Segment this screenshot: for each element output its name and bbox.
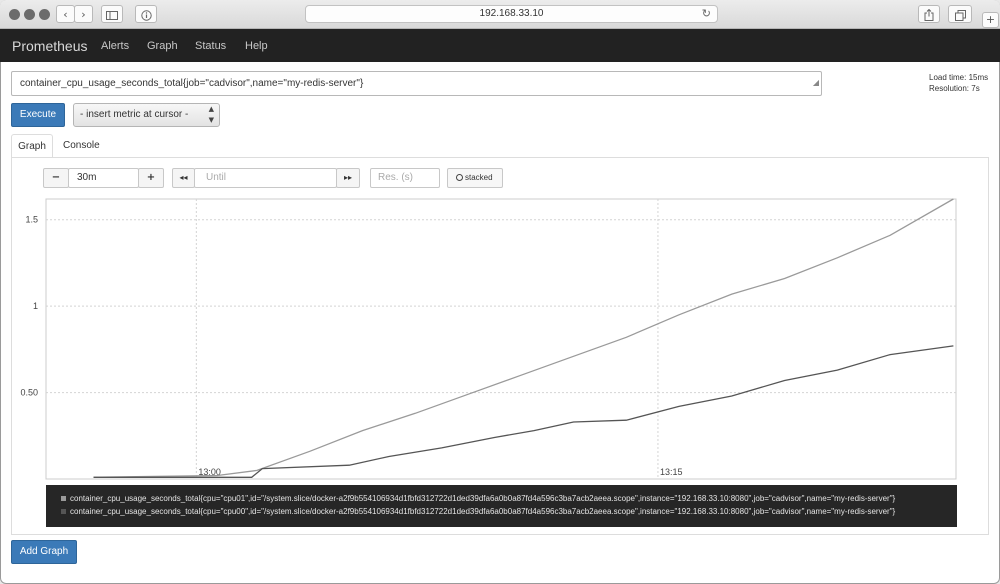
navbar: Prometheus Alerts Graph Status Help — [0, 29, 1000, 62]
metric-select[interactable]: - insert metric at cursor - ▲ ▼ — [73, 103, 220, 127]
reload-icon[interactable]: ↻ — [702, 6, 711, 22]
privacy-button[interactable] — [135, 5, 157, 23]
resolution: Resolution: 7s — [929, 84, 980, 93]
y-tick-label: 0.50 — [20, 388, 38, 398]
nav-help[interactable]: Help — [245, 40, 268, 52]
time-back-button[interactable]: ◂◂ — [172, 168, 195, 188]
info-icon — [140, 9, 152, 21]
chart-legend: container_cpu_usage_seconds_total{cpu="c… — [46, 485, 957, 527]
nav-alerts[interactable]: Alerts — [101, 40, 129, 52]
stacked-toggle[interactable]: stacked — [447, 168, 503, 188]
brand-link[interactable]: Prometheus — [12, 38, 87, 54]
tabs-icon — [954, 9, 966, 21]
time-forward-button[interactable]: ▸▸ — [336, 168, 360, 188]
address-bar[interactable]: 192.168.33.10 ↻ — [305, 5, 718, 23]
execute-button[interactable]: Execute — [11, 103, 65, 127]
add-graph-button[interactable]: Add Graph — [11, 540, 77, 564]
legend-item[interactable]: container_cpu_usage_seconds_total{cpu="c… — [61, 507, 895, 516]
nav-graph[interactable]: Graph — [147, 40, 178, 52]
circle-icon — [456, 174, 463, 182]
select-arrows-icon: ▲ ▼ — [208, 105, 214, 124]
zoom-window-button[interactable] — [39, 9, 50, 20]
share-icon — [924, 8, 934, 21]
y-tick-label: 1 — [33, 301, 38, 311]
x-tick-label: 13:15 — [660, 467, 683, 477]
sidebar-icon — [106, 10, 118, 20]
legend-swatch — [61, 496, 66, 502]
metric-select-value: - insert metric at cursor - — [80, 109, 189, 120]
chevron-right-icon: › — [81, 8, 86, 21]
resolution-placeholder: Res. (s) — [378, 172, 413, 183]
legend-item[interactable]: container_cpu_usage_seconds_total{cpu="c… — [61, 494, 895, 503]
browser-window: ‹ › 192.168.33.10 ↻ + Prometheus Alerts … — [0, 0, 1000, 584]
legend-label: container_cpu_usage_seconds_total{cpu="c… — [70, 507, 896, 516]
load-time: Load time: 15ms — [929, 73, 989, 82]
sidebar-button[interactable] — [101, 5, 123, 23]
plus-icon: + — [985, 13, 996, 26]
range-decrease-button[interactable]: − — [43, 168, 69, 188]
nav-status[interactable]: Status — [195, 40, 226, 52]
legend-label: container_cpu_usage_seconds_total{cpu="c… — [70, 494, 896, 503]
tab-graph[interactable]: Graph — [11, 134, 53, 158]
legend-swatch — [61, 509, 66, 515]
range-increase-button[interactable]: + — [138, 168, 164, 188]
close-window-button[interactable] — [9, 9, 20, 20]
minimize-window-button[interactable] — [24, 9, 35, 20]
expression-input[interactable]: container_cpu_usage_seconds_total{job="c… — [11, 71, 822, 96]
until-input[interactable]: Until — [194, 168, 337, 188]
resolution-input[interactable]: Res. (s) — [370, 168, 440, 188]
chevron-left-icon: ‹ — [63, 8, 68, 21]
url-text: 192.168.33.10 — [479, 8, 544, 19]
range-input[interactable]: 30m — [68, 168, 139, 188]
browser-toolbar: ‹ › 192.168.33.10 ↻ + — [0, 0, 1000, 29]
line-chart[interactable]: 0.5011.513:00 13:15 — [18, 198, 958, 481]
tabs-button[interactable] — [948, 5, 972, 23]
query-stats: Load time: 15ms Resolution: 7s — [929, 72, 988, 94]
resize-handle-icon[interactable]: ◢ — [813, 71, 819, 94]
new-tab-button[interactable]: + — [982, 12, 999, 28]
back-button[interactable]: ‹ — [56, 5, 75, 23]
until-placeholder: Until — [206, 172, 227, 183]
stacked-label: stacked — [465, 173, 493, 182]
y-tick-label: 1.5 — [25, 215, 38, 225]
tab-console[interactable]: Console — [63, 134, 100, 158]
expression-text: container_cpu_usage_seconds_total{job="c… — [20, 78, 364, 89]
share-button[interactable] — [918, 5, 940, 23]
forward-button[interactable]: › — [74, 5, 93, 23]
